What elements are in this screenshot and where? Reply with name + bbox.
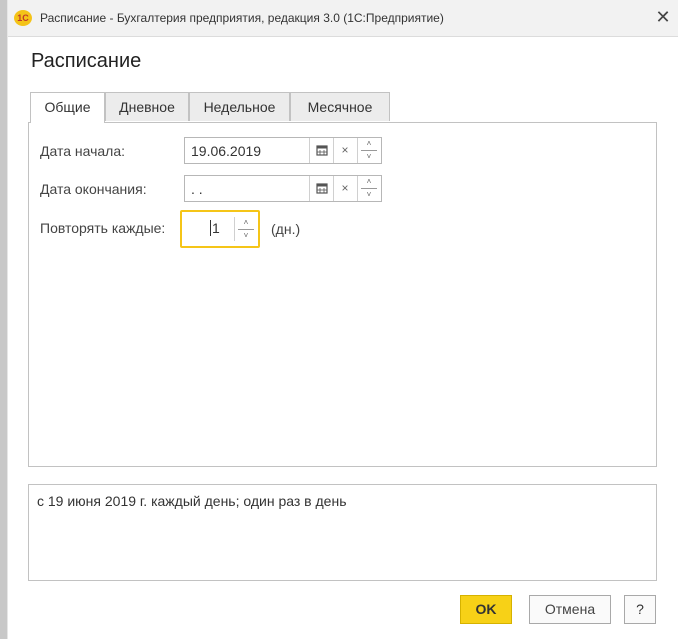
spin-down-icon[interactable]: ˅: [235, 230, 257, 242]
repeat-spinner-icon[interactable]: ˄ ˅: [234, 217, 257, 241]
repeat-input[interactable]: 1 ˄ ˅: [180, 210, 260, 248]
spin-down-icon[interactable]: ˅: [358, 189, 380, 201]
spin-up-icon[interactable]: ˄: [235, 217, 257, 229]
calendar-icon[interactable]: [309, 176, 334, 201]
start-date-label: Дата начала:: [40, 143, 126, 159]
end-date-label: Дата окончания:: [40, 181, 147, 197]
repeat-label: Повторять каждые:: [40, 220, 166, 236]
spinner-icon[interactable]: ˄ ˅: [357, 138, 380, 163]
spin-down-icon[interactable]: ˅: [358, 151, 380, 163]
spinner-icon[interactable]: ˄ ˅: [357, 176, 380, 201]
app-logo-icon: 1С: [14, 10, 32, 26]
schedule-summary: с 19 июня 2019 г. каждый день; один раз …: [28, 484, 657, 581]
spin-up-icon[interactable]: ˄: [358, 138, 380, 150]
help-button[interactable]: ?: [624, 595, 656, 624]
calendar-icon[interactable]: [309, 138, 334, 163]
clear-icon[interactable]: ×: [333, 138, 356, 163]
window-left-edge: [0, 0, 7, 639]
close-icon[interactable]: ✕: [652, 6, 674, 28]
window-title: Расписание - Бухгалтерия предприятия, ре…: [40, 11, 444, 25]
tab-daily[interactable]: Дневное: [105, 92, 189, 121]
clear-icon[interactable]: ×: [333, 176, 356, 201]
repeat-value: 1: [210, 220, 220, 236]
repeat-unit-label: (дн.): [271, 221, 301, 237]
end-date-field[interactable]: . . × ˄ ˅: [184, 175, 382, 202]
start-date-field[interactable]: 19.06.2019 × ˄ ˅: [184, 137, 382, 164]
window-titlebar: 1С Расписание - Бухгалтерия предприятия,…: [8, 0, 678, 37]
cancel-button[interactable]: Отмена: [529, 595, 611, 624]
start-date-value: 19.06.2019: [191, 143, 262, 159]
tab-panel-general: [28, 122, 657, 467]
summary-text: с 19 июня 2019 г. каждый день; один раз …: [37, 493, 347, 509]
window-left-edge-line: [7, 0, 8, 639]
end-date-value: . .: [191, 181, 203, 197]
ok-button[interactable]: OK: [460, 595, 512, 624]
tab-weekly[interactable]: Недельное: [189, 92, 290, 121]
spin-up-icon[interactable]: ˄: [358, 176, 380, 188]
tab-general[interactable]: Общие: [30, 92, 105, 123]
form-title: Расписание: [31, 50, 142, 72]
tab-monthly[interactable]: Месячное: [290, 92, 390, 121]
